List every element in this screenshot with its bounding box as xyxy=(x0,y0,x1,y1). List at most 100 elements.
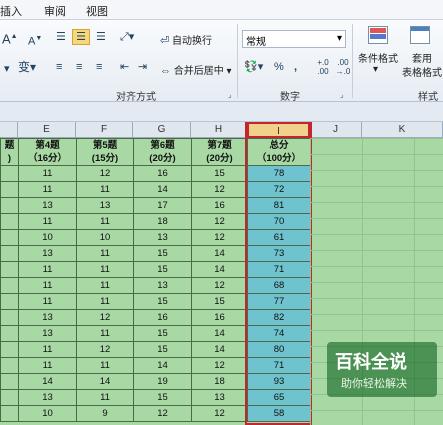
score-cell[interactable]: 11 xyxy=(76,293,134,310)
score-cell[interactable]: 11 xyxy=(18,261,77,278)
percent-button[interactable]: % xyxy=(274,60,284,74)
align-left-icon[interactable]: ≡ xyxy=(56,60,62,74)
score-cell[interactable]: 16 xyxy=(191,309,248,326)
score-cell[interactable]: 18 xyxy=(191,373,248,390)
orientation-icon[interactable]: ⤢▾ xyxy=(120,30,134,44)
number-dialog-launcher-icon[interactable]: ⌟ xyxy=(340,90,344,99)
total-score-cell[interactable]: 68 xyxy=(247,277,311,294)
total-score-cell[interactable]: 80 xyxy=(247,341,311,358)
column-header-j[interactable]: J xyxy=(310,122,362,138)
score-cell[interactable]: 14 xyxy=(191,341,248,358)
cell-d[interactable] xyxy=(0,165,19,182)
cell-d[interactable] xyxy=(0,309,19,326)
cell-d[interactable] xyxy=(0,357,19,374)
total-score-cell[interactable]: 71 xyxy=(247,261,311,278)
score-cell[interactable]: 10 xyxy=(76,229,134,246)
score-cell[interactable]: 11 xyxy=(18,165,77,182)
score-cell[interactable]: 11 xyxy=(76,325,134,342)
score-cell[interactable]: 14 xyxy=(18,373,77,390)
total-score-cell[interactable]: 72 xyxy=(247,181,311,198)
score-cell[interactable]: 11 xyxy=(18,277,77,294)
score-cell[interactable]: 19 xyxy=(133,373,192,390)
column-header-f[interactable]: F xyxy=(76,122,133,138)
column-header-i[interactable]: I xyxy=(247,122,310,138)
score-cell[interactable]: 15 xyxy=(191,293,248,310)
decrease-indent-icon[interactable]: ⇤ xyxy=(120,60,129,74)
score-cell[interactable]: 11 xyxy=(18,357,77,374)
header-cell-e[interactable]: 第4题 （16分） xyxy=(18,138,77,166)
worksheet-grid[interactable]: 题) 第4题 （16分） 第5题 (15分) 第6题 (20分) 第7题 (20分) 总… xyxy=(0,122,443,425)
score-cell[interactable]: 11 xyxy=(18,293,77,310)
align-right-icon[interactable]: ≡ xyxy=(96,60,102,74)
score-cell[interactable]: 16 xyxy=(191,197,248,214)
tab-view[interactable]: 视图 xyxy=(86,3,108,19)
score-cell[interactable]: 11 xyxy=(76,181,134,198)
wrap-text-button[interactable]: ⏎ 自动换行 xyxy=(160,32,212,48)
score-cell[interactable]: 13 xyxy=(191,389,248,406)
merge-center-button[interactable]: ⇔ 合并后居中 ▾ xyxy=(160,62,232,78)
align-center-icon[interactable]: ≡ xyxy=(76,60,82,74)
cell-d[interactable] xyxy=(0,229,19,246)
score-cell[interactable]: 14 xyxy=(76,373,134,390)
total-score-cell[interactable]: 65 xyxy=(247,389,311,406)
total-score-cell[interactable]: 82 xyxy=(247,309,311,326)
total-score-cell[interactable]: 73 xyxy=(247,245,311,262)
tab-review[interactable]: 审阅 xyxy=(44,3,66,19)
score-cell[interactable]: 9 xyxy=(76,405,134,422)
column-header-e[interactable]: E xyxy=(18,122,76,138)
total-score-cell[interactable]: 77 xyxy=(247,293,311,310)
column-header-h[interactable]: H xyxy=(191,122,247,138)
score-cell[interactable]: 10 xyxy=(18,405,77,422)
score-cell[interactable]: 12 xyxy=(191,277,248,294)
score-cell[interactable]: 15 xyxy=(133,325,192,342)
cell-d[interactable] xyxy=(0,261,19,278)
score-cell[interactable]: 15 xyxy=(133,389,192,406)
score-cell[interactable]: 11 xyxy=(76,357,134,374)
score-cell[interactable]: 12 xyxy=(76,165,134,182)
tab-insert[interactable]: 插入 xyxy=(0,3,22,19)
score-cell[interactable]: 13 xyxy=(133,229,192,246)
alignment-dialog-launcher-icon[interactable]: ⌟ xyxy=(228,90,232,99)
score-cell[interactable]: 15 xyxy=(133,261,192,278)
total-score-cell[interactable]: 71 xyxy=(247,357,311,374)
column-header-g[interactable]: G xyxy=(133,122,191,138)
font-shrink-button[interactable]: A▼ xyxy=(28,32,42,49)
score-cell[interactable]: 11 xyxy=(76,389,134,406)
align-bottom-icon[interactable]: ☰ xyxy=(96,30,106,44)
cell-d[interactable] xyxy=(0,277,19,294)
increase-indent-icon[interactable]: ⇥ xyxy=(138,60,147,74)
cell-d[interactable] xyxy=(0,293,19,310)
score-cell[interactable]: 13 xyxy=(18,245,77,262)
score-cell[interactable]: 15 xyxy=(191,165,248,182)
score-cell[interactable]: 11 xyxy=(18,341,77,358)
score-cell[interactable]: 11 xyxy=(76,245,134,262)
fill-color-icon[interactable]: ▾ xyxy=(4,62,10,76)
score-cell[interactable]: 13 xyxy=(133,277,192,294)
decrease-decimal-button[interactable]: .00 →.0 xyxy=(334,58,352,76)
number-format-select[interactable]: 常规 ▾ xyxy=(242,30,346,48)
cell-d[interactable] xyxy=(0,389,19,406)
cell-d[interactable] xyxy=(0,405,19,422)
score-cell[interactable]: 15 xyxy=(133,341,192,358)
score-cell[interactable]: 12 xyxy=(191,357,248,374)
total-score-cell[interactable]: 70 xyxy=(247,213,311,230)
column-header-d[interactable] xyxy=(0,122,18,138)
cell-d[interactable] xyxy=(0,373,19,390)
score-cell[interactable]: 10 xyxy=(18,229,77,246)
total-score-cell[interactable]: 81 xyxy=(247,197,311,214)
score-cell[interactable]: 11 xyxy=(76,213,134,230)
score-cell[interactable]: 17 xyxy=(133,197,192,214)
header-cell-g[interactable]: 第6题 (20分) xyxy=(133,138,192,166)
score-cell[interactable]: 11 xyxy=(18,213,77,230)
score-cell[interactable]: 12 xyxy=(76,309,134,326)
score-cell[interactable]: 14 xyxy=(191,245,248,262)
cell-d[interactable] xyxy=(0,213,19,230)
score-cell[interactable]: 13 xyxy=(76,197,134,214)
score-cell[interactable]: 12 xyxy=(191,213,248,230)
score-cell[interactable]: 15 xyxy=(133,293,192,310)
total-score-cell[interactable]: 61 xyxy=(247,229,311,246)
header-cell-h[interactable]: 第7题 (20分) xyxy=(191,138,248,166)
accounting-format-icon[interactable]: 💱▾ xyxy=(244,60,263,74)
score-cell[interactable]: 16 xyxy=(133,309,192,326)
score-cell[interactable]: 12 xyxy=(191,405,248,422)
